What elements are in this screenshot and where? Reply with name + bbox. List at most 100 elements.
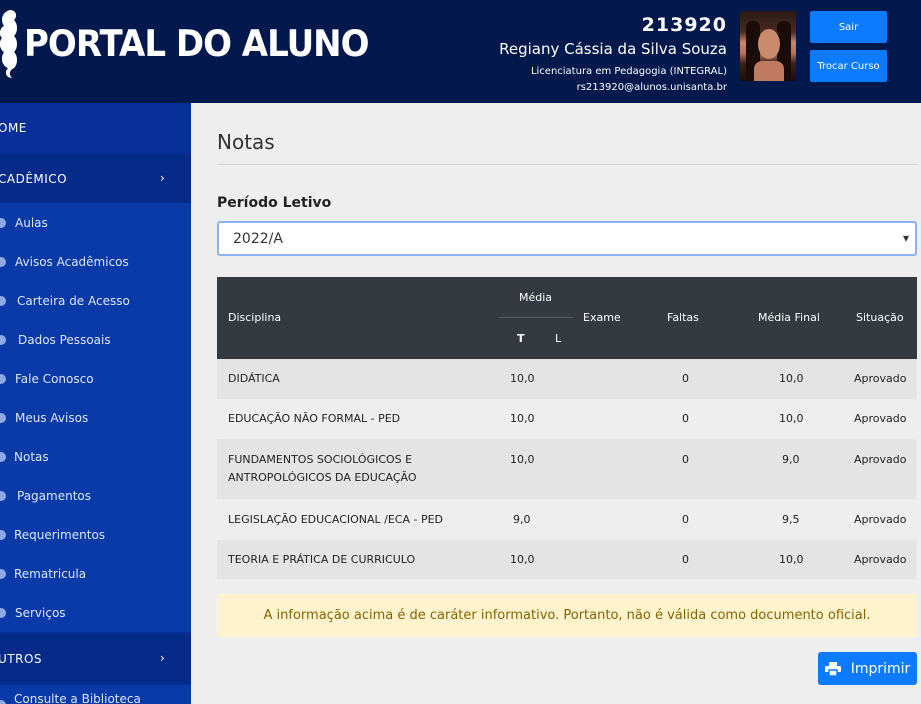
student-name: Regiany Cássia da Silva Souza [499, 40, 727, 58]
circle-icon [0, 217, 6, 228]
cell-disciplina: TEORIA E PRÁTICA DE CURRICULO [228, 553, 416, 566]
sidebar-item-aulas[interactable]: Aulas [0, 203, 191, 242]
sidebar-item-label: Pagamentos [17, 488, 91, 503]
notice-text: A informação acima é de caráter informat… [263, 608, 871, 623]
top-header: PORTAL DO ALUNO 213920 Regiany Cássia da… [0, 0, 921, 103]
sidebar-item-label: Notas [14, 449, 49, 464]
sidebar-item-rematricula[interactable]: Rematricula [0, 554, 191, 593]
sidebar-item-meus-avisos[interactable]: Meus Avisos [0, 398, 191, 437]
cell-media-t: 10,0 [510, 453, 535, 466]
avatar [740, 11, 796, 81]
sidebar-item-label: Consulte a Biblioteca [14, 692, 141, 704]
sidebar-item-pagamentos[interactable]: Pagamentos [0, 476, 191, 515]
sidebar-item-label: Aulas [15, 215, 48, 230]
file-icon [0, 451, 6, 462]
table-row: FUNDAMENTOS SOCIOLÓGICOS E ANTROPOLÓGICO… [217, 439, 917, 499]
bell-icon [0, 412, 6, 423]
sidebar-item-label: Dados Pessoais [18, 332, 111, 347]
cell-media-final: 9,0 [782, 453, 800, 466]
header-exame: Exame [583, 311, 621, 324]
cell-situacao: Aprovado [854, 453, 907, 466]
cell-situacao: Aprovado [854, 372, 907, 385]
chat-icon [0, 373, 6, 384]
cell-disciplina: LEGISLAÇÃO EDUCACIONAL /ECA - PED [228, 513, 444, 526]
seahorse-icon [0, 10, 17, 78]
print-label: Imprimir [850, 660, 911, 677]
cell-situacao: Aprovado [854, 412, 907, 425]
header-disciplina: Disciplina [228, 311, 282, 324]
cell-media-final: 10,0 [779, 412, 804, 425]
refresh-icon [0, 568, 6, 579]
sidebar-item-label: Fale Conosco [15, 371, 94, 386]
cell-disciplina: FUNDAMENTOS SOCIOLÓGICOS E [228, 453, 413, 466]
sidebar-section-academico[interactable]: CADÊMICO › [0, 154, 191, 203]
title-divider [217, 164, 917, 165]
media-divider [499, 317, 573, 318]
user-icon [0, 334, 6, 345]
header-media-final: Média Final [758, 311, 820, 324]
sidebar-item-fale-conosco[interactable]: Fale Conosco [0, 359, 191, 398]
sidebar-item-label: Avisos Acadêmicos [15, 254, 129, 269]
sidebar-item-servicos[interactable]: Serviços [0, 593, 191, 632]
sidebar-home-label: OME [0, 120, 27, 135]
cell-media-final: 9,5 [782, 513, 800, 526]
sidebar-submenu-outros: Consulte a Biblioteca [0, 685, 191, 704]
table-row: TEORIA E PRÁTICA DE CURRICULO 10,0 0 10,… [217, 540, 917, 579]
printer-icon [824, 661, 841, 676]
student-email: rs213920@alunos.unisanta.br [576, 82, 727, 93]
logout-button[interactable]: Sair [810, 11, 887, 43]
logo-text: PORTAL DO ALUNO [24, 22, 370, 66]
periodo-select-value: 2022/A [233, 230, 283, 247]
cell-media-t: 10,0 [510, 553, 535, 566]
chevron-down-icon: ▾ [902, 231, 909, 245]
cell-disciplina-line2: ANTROPOLÓGICOS DA EDUCAÇÃO [228, 471, 417, 484]
sidebar: OME CADÊMICO › Aulas Avisos Acadêmicos C… [0, 103, 191, 704]
cell-situacao: Aprovado [854, 553, 907, 566]
student-course: Licenciatura em Pedagogia (INTEGRAL) [530, 66, 727, 77]
cell-media-t: 10,0 [510, 372, 535, 385]
student-id: 213920 [641, 14, 727, 36]
sidebar-item-label: Requerimentos [14, 527, 106, 542]
chevron-right-icon: › [160, 171, 166, 185]
sidebar-item-requerimentos[interactable]: Requerimentos [0, 515, 191, 554]
table-row: DIDÁTICA 10,0 0 10,0 Aprovado [217, 359, 917, 399]
user-info: 213920 Regiany Cássia da Silva Souza Lic… [499, 12, 727, 96]
portal-logo[interactable]: PORTAL DO ALUNO [0, 8, 370, 80]
cell-faltas: 0 [682, 412, 689, 425]
print-button[interactable]: Imprimir [818, 652, 917, 685]
cell-media-final: 10,0 [779, 553, 804, 566]
card-icon [0, 295, 6, 306]
cell-faltas: 0 [682, 513, 689, 526]
header-situacao: Situação [856, 311, 904, 324]
cell-faltas: 0 [682, 372, 689, 385]
sidebar-item-carteira[interactable]: Carteira de Acesso [0, 281, 191, 320]
sidebar-academico-label: CADÊMICO [0, 171, 68, 186]
sidebar-item-label: Carteira de Acesso [17, 293, 130, 308]
cell-faltas: 0 [682, 453, 689, 466]
periodo-select[interactable]: 2022/A ▾ [217, 221, 917, 256]
sidebar-item-biblioteca[interactable]: Consulte a Biblioteca [0, 685, 191, 704]
sidebar-item-home[interactable]: OME [0, 103, 191, 152]
header-media: Média [519, 291, 553, 304]
sidebar-submenu-academico: Aulas Avisos Acadêmicos Carteira de Aces… [0, 203, 191, 632]
change-course-button[interactable]: Trocar Curso [810, 50, 887, 82]
sidebar-item-label: Rematricula [14, 566, 87, 581]
sidebar-item-label: Serviços [15, 605, 66, 620]
page-title: Notas [217, 130, 275, 154]
sidebar-item-notas[interactable]: Notas [0, 437, 191, 476]
header-media-l: L [555, 332, 562, 345]
sidebar-item-dados-pessoais[interactable]: Dados Pessoais [0, 320, 191, 359]
sidebar-item-label: Meus Avisos [15, 410, 89, 425]
bell-icon [0, 256, 6, 267]
cell-faltas: 0 [682, 553, 689, 566]
cell-disciplina: DIDÁTICA [228, 372, 280, 385]
sidebar-outros-label: UTROS [0, 651, 43, 666]
cell-media-final: 10,0 [779, 372, 804, 385]
sidebar-section-outros[interactable]: UTROS › [0, 634, 191, 683]
header-media-t: T [517, 332, 525, 345]
sidebar-item-avisos-academicos[interactable]: Avisos Acadêmicos [0, 242, 191, 281]
info-notice: A informação acima é de caráter informat… [217, 594, 917, 637]
cell-disciplina: EDUCAÇÃO NÃO FORMAL - PED [228, 412, 401, 425]
file-icon [0, 529, 6, 540]
cell-situacao: Aprovado [854, 513, 907, 526]
